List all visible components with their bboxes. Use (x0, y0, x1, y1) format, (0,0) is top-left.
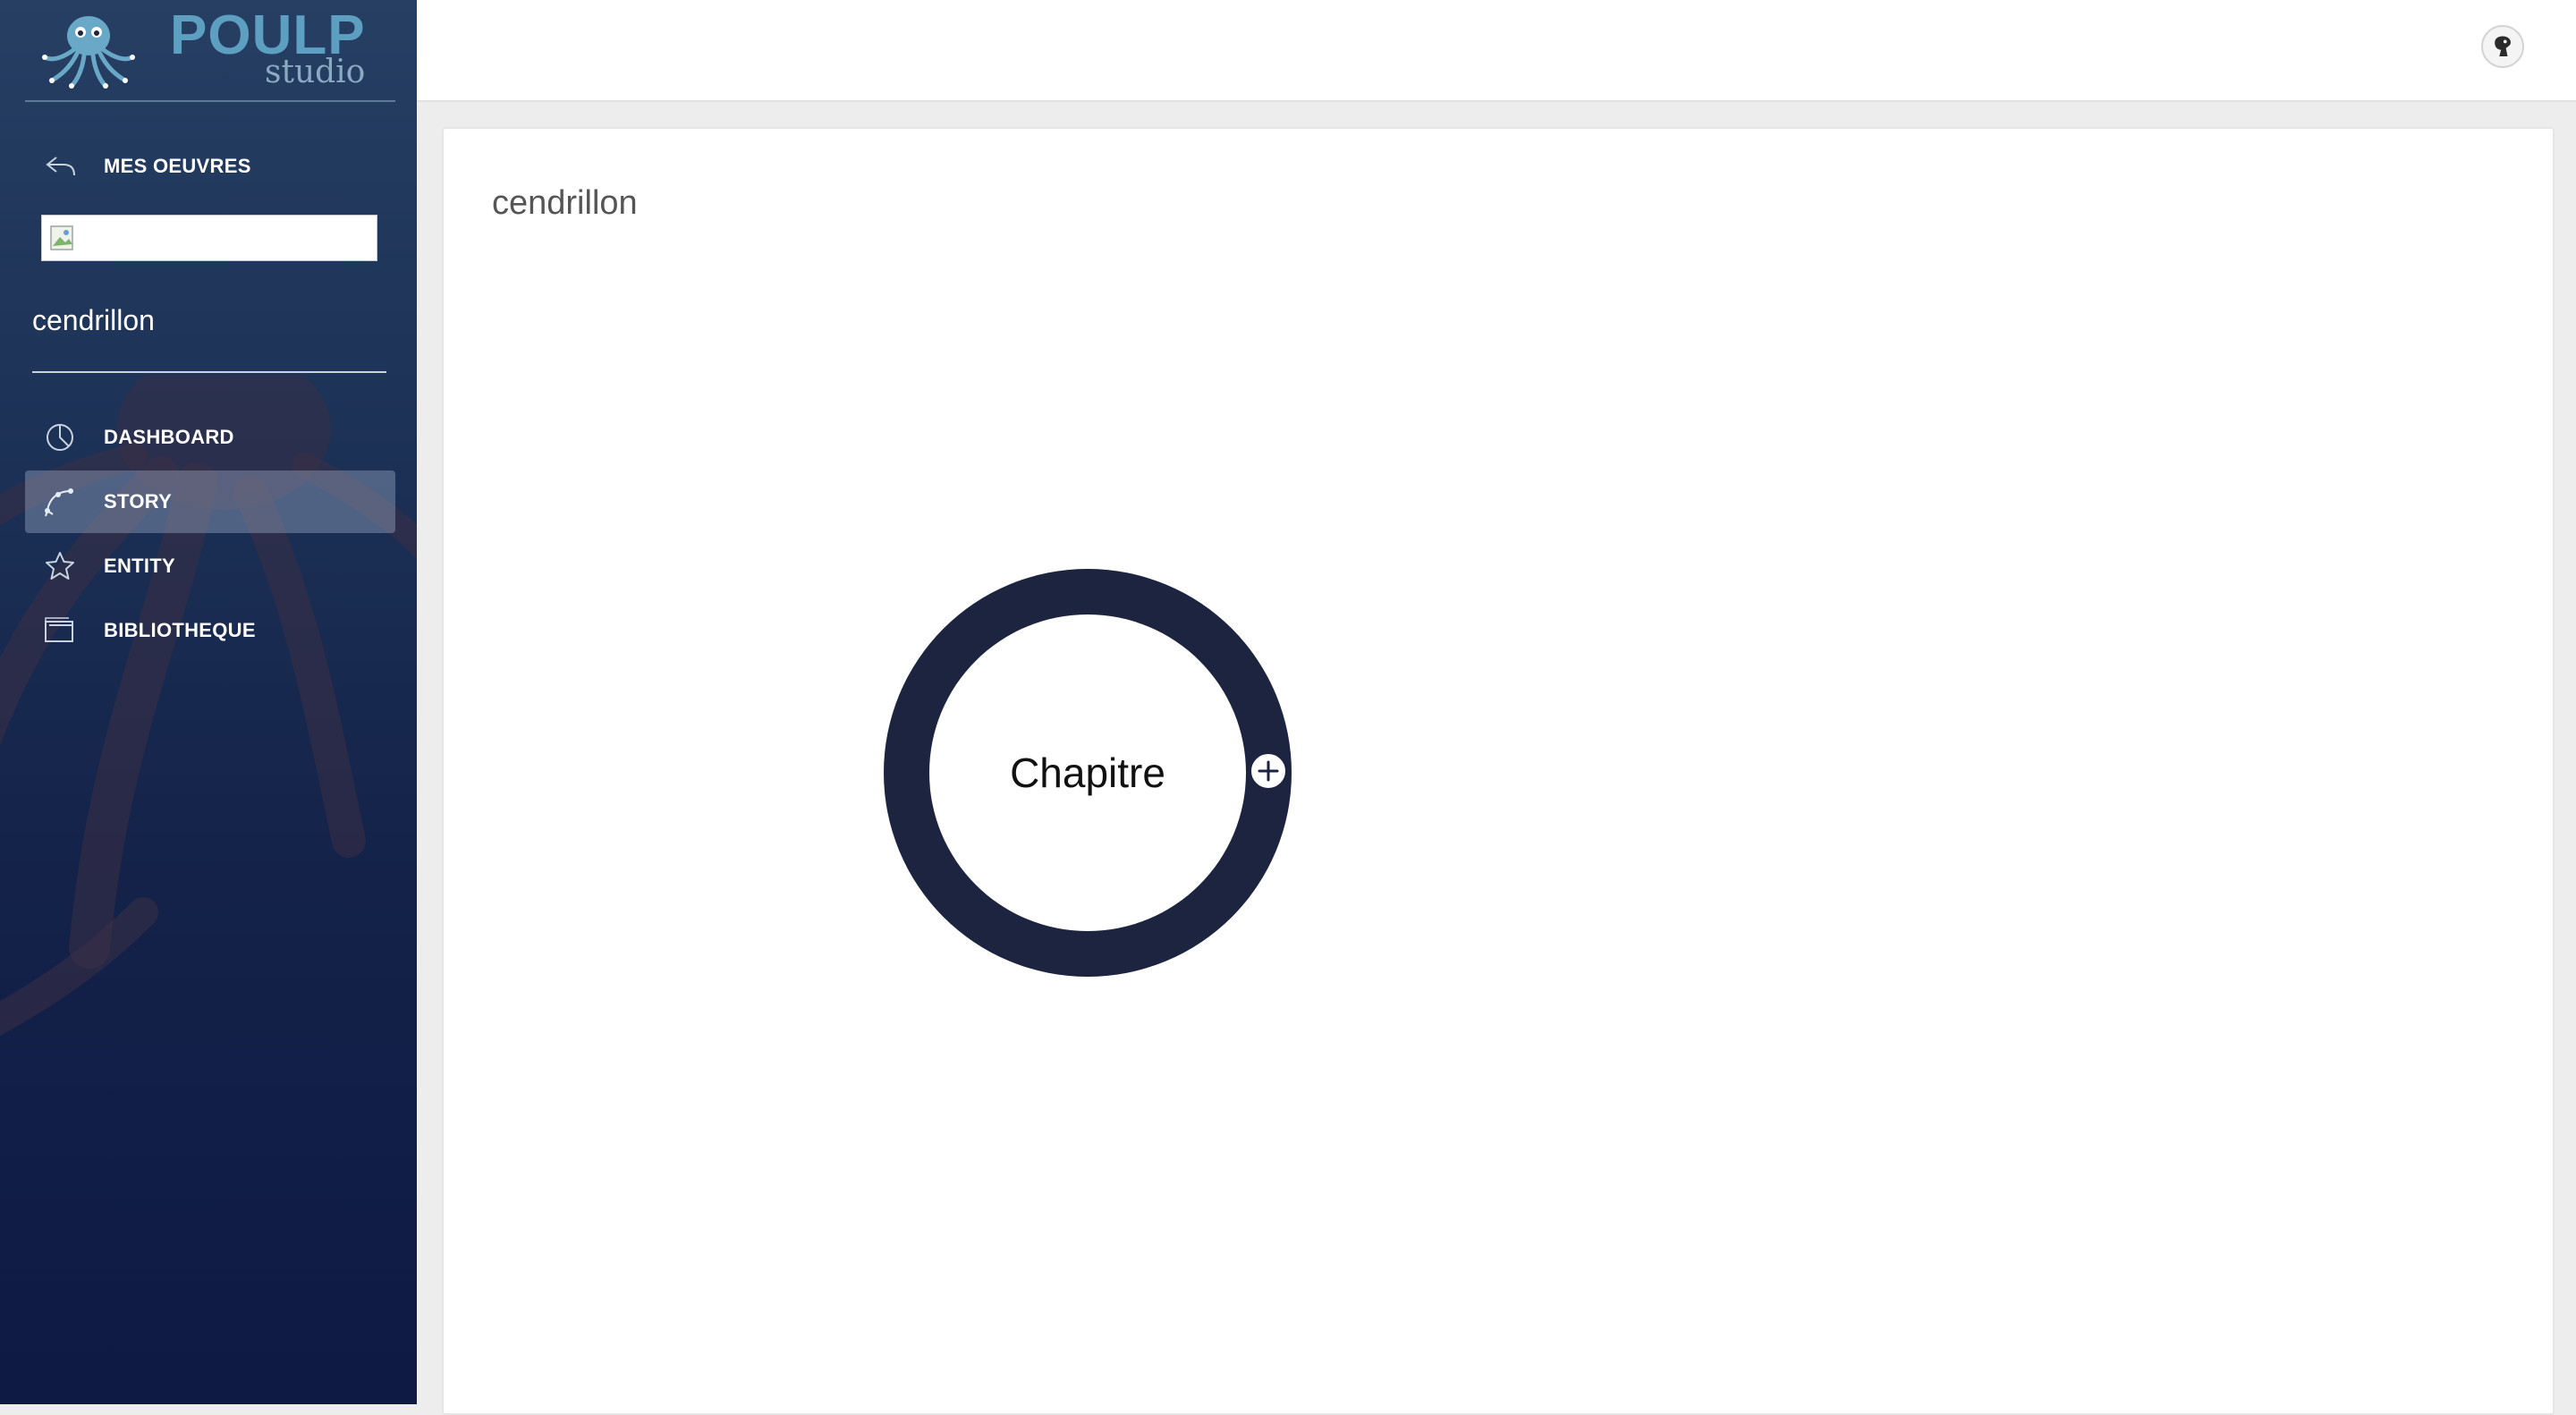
back-to-my-works-link[interactable]: MES OEUVRES (25, 141, 395, 191)
project-name: cendrillon (32, 304, 155, 336)
sidebar-item-story[interactable]: STORY (25, 470, 395, 533)
star-icon (46, 552, 74, 580)
sidebar-divider (25, 100, 395, 102)
sidebar-item-label: DASHBOARD (104, 426, 234, 448)
avatar-image-icon (2484, 28, 2521, 65)
user-avatar[interactable] (2481, 25, 2524, 68)
sidebar-item-label: ENTITY (104, 555, 176, 577)
brand-subtitle: studio (265, 54, 366, 90)
story-graph-icon (45, 488, 73, 517)
story-canvas[interactable]: cendrillon Chapitre (442, 127, 2555, 1415)
add-node-button[interactable] (1249, 751, 1288, 791)
sidebar-item-library[interactable]: BIBLIOTHEQUE (25, 599, 395, 662)
reply-arrow-icon (46, 157, 75, 176)
chapter-node-inner: Chapitre (929, 614, 1246, 931)
plus-icon (1258, 760, 1279, 782)
top-bar (417, 0, 2576, 102)
library-icon (45, 617, 73, 642)
project-cover-image (41, 215, 377, 261)
sidebar-item-entity[interactable]: ENTITY (25, 535, 395, 597)
project-divider (32, 371, 386, 373)
sidebar-item-label: STORY (104, 490, 173, 513)
sidebar-item-dashboard[interactable]: DASHBOARD (25, 406, 395, 469)
octopus-logo-icon (42, 16, 135, 89)
sidebar-item-label: BIBLIOTHEQUE (104, 619, 256, 641)
chapter-node[interactable]: Chapitre (884, 569, 1292, 977)
pie-chart-icon (47, 424, 73, 451)
sidebar: POULP studio MES OEUVRES cendrillon DASH… (0, 0, 417, 1404)
back-to-my-works-label: MES OEUVRES (104, 155, 251, 177)
poulp-studio-logo[interactable]: POULP studio (36, 4, 394, 90)
chapter-node-label: Chapitre (1010, 750, 1165, 796)
page-title: cendrillon (492, 184, 638, 222)
broken-image-icon (50, 225, 73, 250)
